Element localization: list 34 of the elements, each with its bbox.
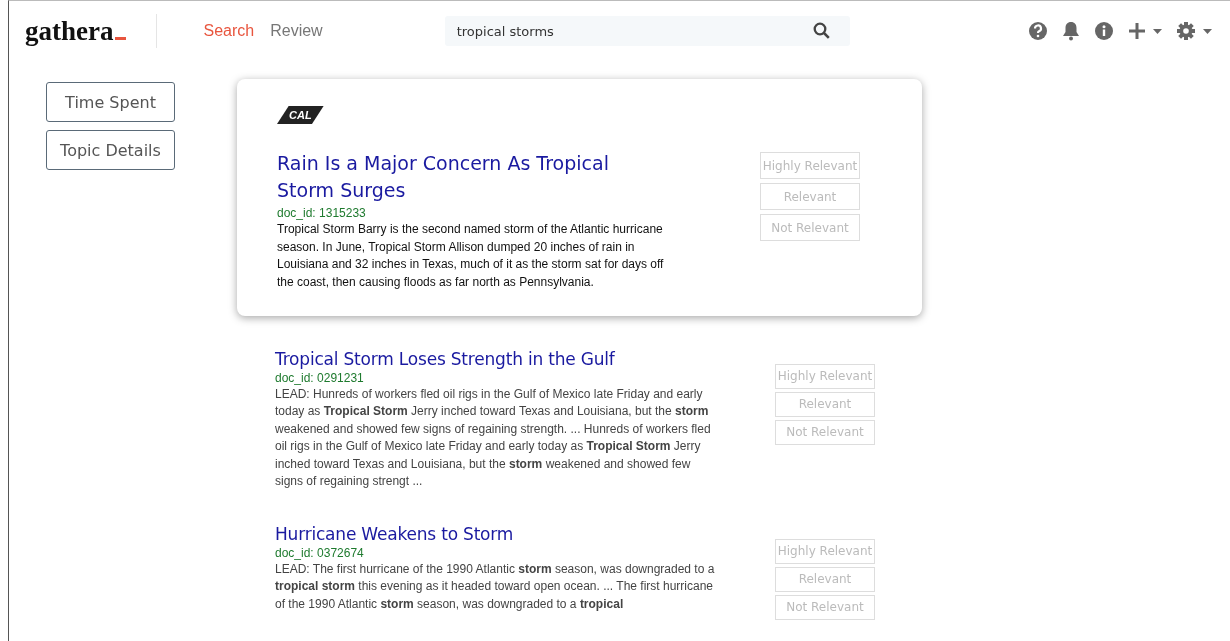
sidebar-button[interactable]: Time Spent — [46, 82, 175, 122]
result-snippet: Tropical Storm Barry is the second named storm of the Atlantic hurricane season. In June, Tropical Storm Allison dumped 20 inches of rain in Louisiana and 32 inches in Texas, much of it as the storm sat for days off the coast, then causing floods as far north as Pennsylvania. — [277, 221, 665, 292]
result-snippet: LEAD: The first hurricane of the 1990 Atlantic storm season, was downgraded to a tropical storm this evening as it headed toward open ocean. ... The first hurricane of the 1990 Atlantic storm season, was downgraded to a tropical — [275, 560, 715, 613]
relevance-button[interactable]: Highly Relevant — [760, 152, 860, 179]
doc-id: doc_id: 1315233 — [277, 206, 367, 220]
tag-badge: CAL — [277, 106, 324, 124]
search-icon[interactable] — [812, 22, 830, 39]
caret-icon[interactable] — [1153, 28, 1162, 34]
info-icon[interactable] — [1094, 21, 1114, 41]
plus-icon[interactable] — [1128, 22, 1146, 40]
settings-icon[interactable] — [1176, 21, 1196, 41]
relevance-button[interactable]: Relevant — [760, 183, 860, 210]
logo: gathera — [25, 15, 114, 47]
result-snippet: LEAD: Hunreds of workers fled oil rigs in the Gulf of Mexico late Friday and early today as Tropical Storm Jerry inched toward Texas and Louisiana, but the storm weakened and showed few signs of regaining strength. ... Hunreds of workers fled oil rigs in the Gulf of Mexico late Friday and early today as Tropical Storm Jerry inched toward Texas and Louisiana, but the storm weakened and showed few signs of regaining strengt ... — [275, 385, 712, 491]
sidebar-button[interactable]: Topic Details — [46, 130, 175, 170]
doc-id: doc_id: 0372674 — [275, 545, 365, 560]
help-icon[interactable] — [1028, 21, 1048, 41]
cursor-mark — [115, 36, 127, 40]
caret-icon[interactable] — [1203, 28, 1212, 34]
result-title-link[interactable]: Hurricane Weakens to Storm — [275, 524, 720, 544]
bell-icon[interactable] — [1062, 21, 1080, 41]
nav-tab[interactable]: Review — [270, 22, 323, 40]
relevance-button[interactable]: Relevant — [775, 391, 875, 417]
result-title-link[interactable]: Tropical Storm Loses Strength in the Gulf — [275, 349, 720, 369]
result-title-link[interactable]: Rain Is a Major Concern As Tropical Storm Surges — [277, 150, 657, 204]
relevance-button[interactable]: Highly Relevant — [775, 538, 875, 564]
relevance-button[interactable]: Not Relevant — [775, 419, 875, 445]
relevance-button[interactable]: Not Relevant — [760, 214, 860, 241]
relevance-button[interactable]: Relevant — [775, 566, 875, 592]
search-field[interactable]: tropical storms — [444, 16, 850, 46]
doc-id: doc_id: 0291231 — [275, 370, 365, 385]
relevance-button[interactable]: Highly Relevant — [775, 363, 875, 389]
nav-tab[interactable]: Search — [203, 22, 255, 40]
relevance-button[interactable]: Not Relevant — [775, 594, 875, 620]
